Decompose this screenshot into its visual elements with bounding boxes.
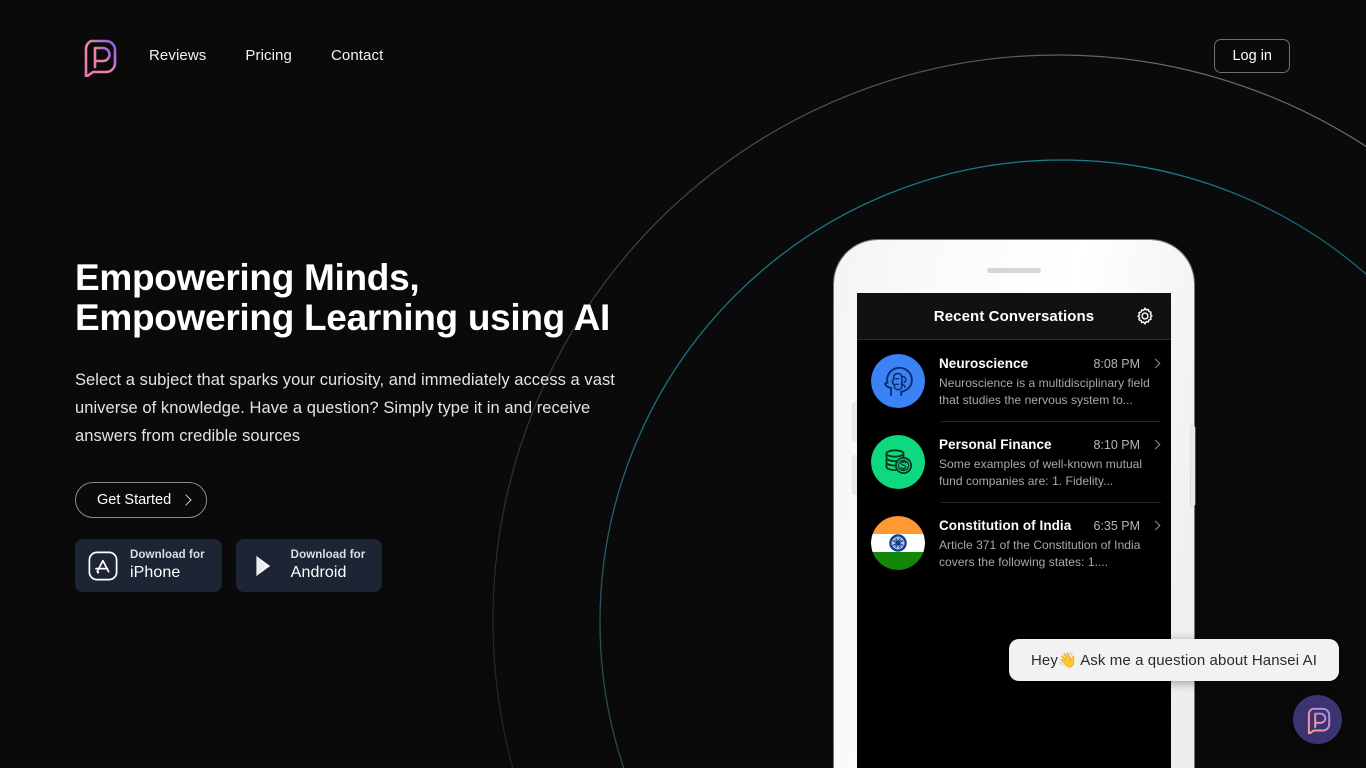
download-android-button[interactable]: Download for Android [235,539,383,592]
brain-head-icon [871,354,925,408]
phone-speaker-grille [987,268,1041,273]
phone-power-button[interactable] [1191,426,1195,506]
iphone-button-caption: Download for [130,549,205,562]
app-title: Recent Conversations [933,307,1095,325]
phone-screen: Recent Conversations Neuroscience 8:08 P… [857,293,1171,768]
conversation-snippet: Neuroscience is a multidisciplinary fiel… [939,376,1150,407]
chat-prompt-bubble[interactable]: Hey👋 Ask me a question about Hansei AI [1009,639,1339,681]
india-flag-icon [871,516,925,570]
hero-subtitle: Select a subject that sparks your curios… [75,371,615,445]
conversation-item-personal-finance[interactable]: Personal Finance 8:10 PM Some examples o… [857,421,1171,502]
conversation-body: Constitution of India 6:35 PM Article 37… [939,516,1161,571]
get-started-label: Get Started [97,492,172,508]
avatar [871,516,925,570]
phone-mockup: Recent Conversations Neuroscience 8:08 P… [812,240,1195,768]
brand-logo[interactable] [79,37,119,79]
get-started-button[interactable]: Get Started [75,482,208,518]
chevron-right-icon [1150,439,1161,450]
conversation-title: Personal Finance [939,437,1052,452]
app-topbar: Recent Conversations [857,293,1171,340]
conversation-item-neuroscience[interactable]: Neuroscience 8:08 PM Neuroscience is a m… [857,340,1171,421]
hero-cta-row: Get Started [75,482,685,518]
chevron-right-icon [180,494,192,506]
android-button-label: Android [290,563,347,581]
chat-launcher-button[interactable] [1293,695,1342,744]
conversation-snippet: Article 371 of the Constitution of India… [939,538,1141,569]
conversation-item-constitution-of-india[interactable]: Constitution of India 6:35 PM Article 37… [857,502,1171,583]
site-header: Reviews Pricing Contact Log in [0,0,1366,112]
hero-title: Empowering Minds, Empowering Learning us… [75,257,610,338]
iphone-button-label: iPhone [130,563,181,581]
conversation-time: 8:08 PM [1093,357,1140,371]
conversation-list: Neuroscience 8:08 PM Neuroscience is a m… [857,340,1171,583]
nav-item-contact[interactable]: Contact [331,44,383,68]
primary-nav: Reviews Pricing Contact [149,44,383,68]
conversation-title: Constitution of India [939,518,1072,533]
chevron-right-icon [1150,520,1161,531]
conversation-body: Neuroscience 8:08 PM Neuroscience is a m… [939,354,1161,409]
page-root: Reviews Pricing Contact Log in Empowerin… [0,0,1366,768]
nav-item-reviews[interactable]: Reviews [149,44,206,68]
hero-section: Empowering Minds, Empowering Learning us… [75,258,685,592]
settings-button[interactable] [1135,306,1155,326]
conversation-header: Constitution of India 6:35 PM [939,518,1161,533]
coins-icon [871,435,925,489]
conversation-title: Neuroscience [939,356,1029,371]
app-store-icon [88,551,118,580]
conversation-header: Personal Finance 8:10 PM [939,437,1161,452]
hansei-logo-icon [1307,707,1330,734]
conversation-time: 6:35 PM [1093,519,1140,533]
conversation-body: Personal Finance 8:10 PM Some examples o… [939,435,1161,490]
google-play-icon [255,554,271,577]
gear-icon [1137,307,1153,325]
speech-bubble-p-logo-icon [84,39,117,79]
android-button-caption: Download for [290,549,366,562]
store-buttons-row: Download for iPhone Download for Android [75,539,685,592]
login-button[interactable]: Log in [1214,39,1290,73]
avatar [871,354,925,408]
phone-frame: Recent Conversations Neuroscience 8:08 P… [834,240,1195,768]
avatar [871,435,925,489]
nav-item-pricing[interactable]: Pricing [245,44,292,68]
chevron-right-icon [1150,358,1161,369]
conversation-snippet: Some examples of well-known mutual fund … [939,457,1143,488]
download-iphone-button[interactable]: Download for iPhone [75,539,222,592]
conversation-time: 8:10 PM [1093,438,1140,452]
conversation-header: Neuroscience 8:08 PM [939,356,1161,371]
